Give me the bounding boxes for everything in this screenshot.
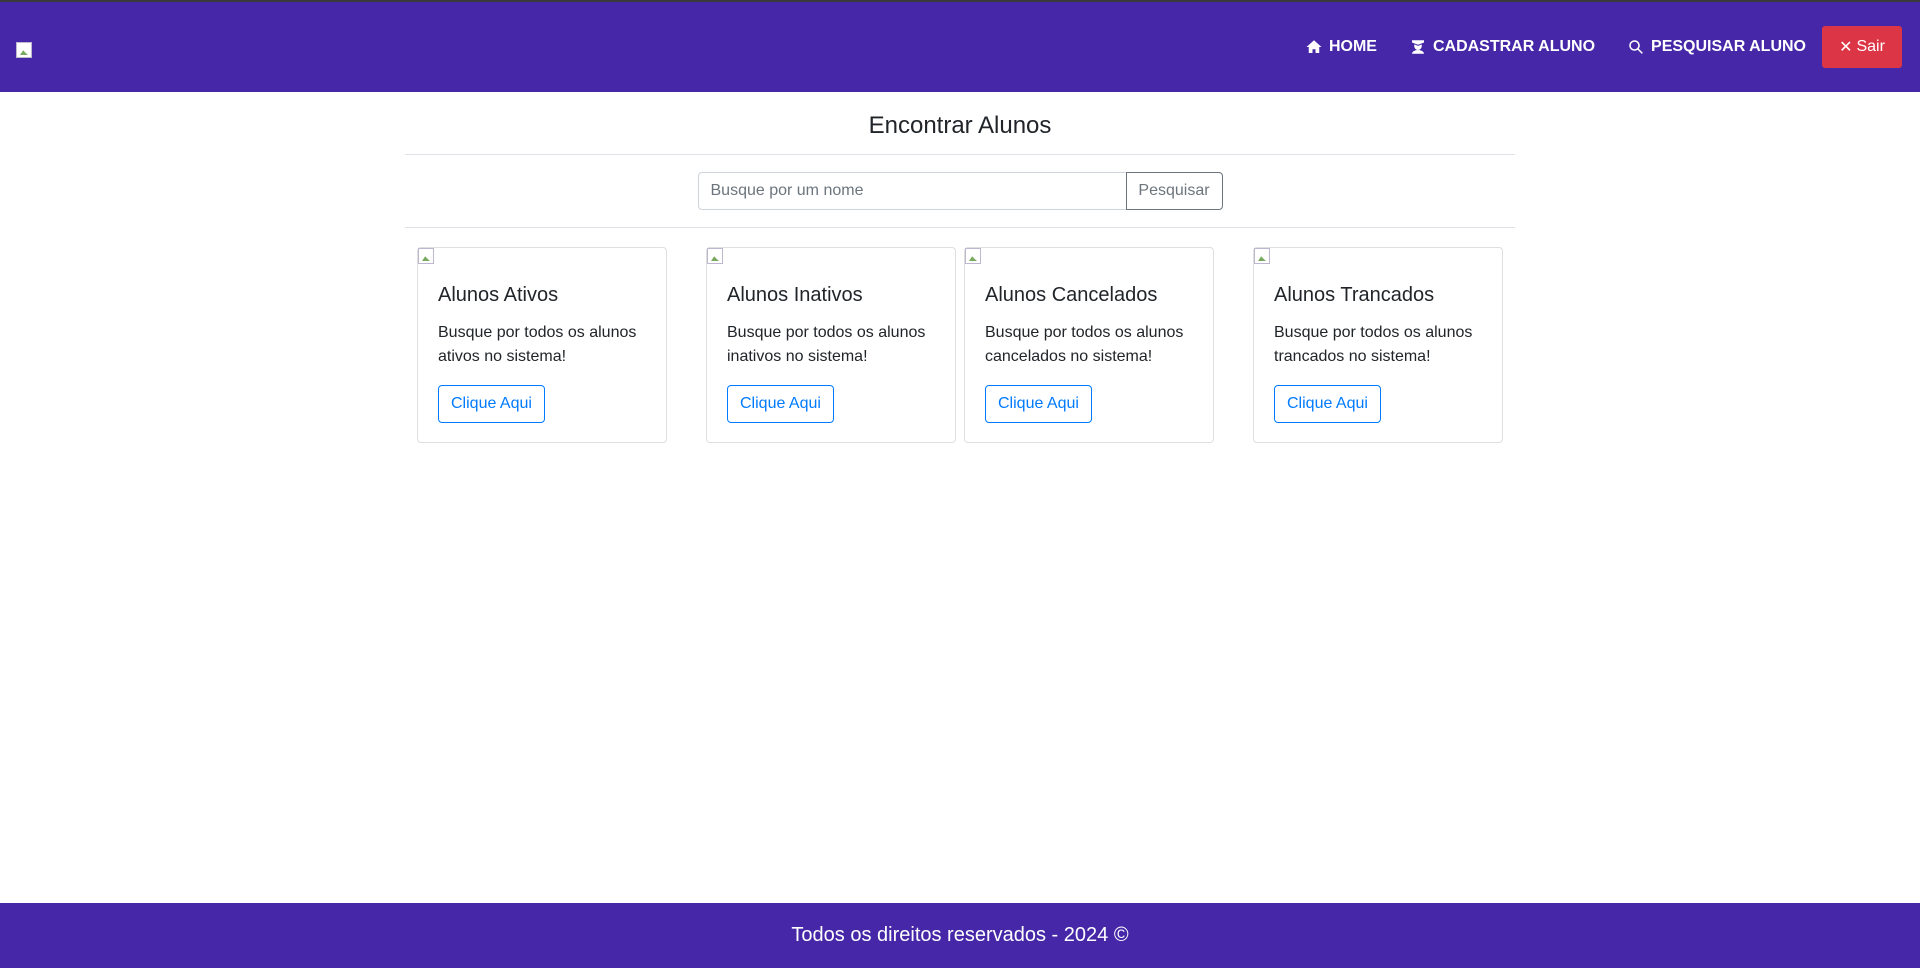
card-alunos-inativos: Alunos Inativos Busque por todos os alun… xyxy=(706,247,956,443)
search-button[interactable]: Pesquisar xyxy=(1125,172,1223,210)
main-content: Encontrar Alunos Pesquisar Alunos Ativos… xyxy=(405,92,1515,443)
footer: Todos os direitos reservados - 2024 © xyxy=(0,903,1920,968)
card-body: Alunos Trancados Busque por todos os alu… xyxy=(1274,284,1486,423)
card-button-trancados[interactable]: Clique Aqui xyxy=(1274,385,1381,423)
footer-text: Todos os direitos reservados - 2024 © xyxy=(791,924,1129,946)
nav-links: HOME CADASTRAR ALUNO PESQUISAR ALUNO ✕ S… xyxy=(1273,26,1902,68)
close-icon: ✕ xyxy=(1839,39,1853,56)
card-text: Busque por todos os alunos inativos no s… xyxy=(727,324,926,365)
nav-cadastrar-label: CADASTRAR ALUNO xyxy=(1432,38,1596,55)
broken-image-icon xyxy=(1254,248,1270,264)
home-icon xyxy=(1306,40,1322,53)
search-icon xyxy=(1629,40,1643,54)
card-body: Alunos Cancelados Busque por todos os al… xyxy=(985,284,1197,423)
card-title: Alunos Ativos xyxy=(438,284,559,306)
card-text: Busque por todos os alunos trancados no … xyxy=(1274,324,1473,365)
card-alunos-trancados: Alunos Trancados Busque por todos os alu… xyxy=(1253,247,1503,443)
search-bar: Pesquisar xyxy=(405,155,1515,227)
cards-row: Alunos Ativos Busque por todos os alunos… xyxy=(405,228,1515,443)
nav-pesquisar-aluno[interactable]: PESQUISAR ALUNO xyxy=(1627,38,1806,56)
card-text: Busque por todos os alunos cancelados no… xyxy=(985,324,1184,365)
search-input[interactable] xyxy=(697,172,1126,210)
page-title: Encontrar Alunos xyxy=(868,112,1052,139)
card-button-ativos[interactable]: Clique Aqui xyxy=(438,385,545,423)
broken-image-icon[interactable] xyxy=(16,42,32,58)
card-alunos-ativos: Alunos Ativos Busque por todos os alunos… xyxy=(417,247,667,443)
nav-pesquisar-label: PESQUISAR ALUNO xyxy=(1651,38,1806,55)
navbar: HOME CADASTRAR ALUNO PESQUISAR ALUNO ✕ S… xyxy=(0,2,1920,92)
card-title: Alunos Inativos xyxy=(727,284,863,306)
card-body: Alunos Ativos Busque por todos os alunos… xyxy=(438,284,650,423)
user-graduate-icon xyxy=(1411,40,1424,54)
nav-home-label: HOME xyxy=(1328,38,1377,55)
logout-label: Sair xyxy=(1856,38,1885,55)
card-button-inativos[interactable]: Clique Aqui xyxy=(727,385,834,423)
broken-image-icon xyxy=(707,248,723,264)
nav-home[interactable]: HOME xyxy=(1305,38,1377,56)
card-text: Busque por todos os alunos ativos no sis… xyxy=(438,324,637,365)
card-alunos-cancelados: Alunos Cancelados Busque por todos os al… xyxy=(964,247,1214,443)
card-title: Alunos Trancados xyxy=(1274,284,1435,306)
logout-button[interactable]: ✕ Sair xyxy=(1822,26,1902,68)
card-button-cancelados[interactable]: Clique Aqui xyxy=(985,385,1092,423)
card-title: Alunos Cancelados xyxy=(985,284,1158,306)
nav-cadastrar-aluno[interactable]: CADASTRAR ALUNO xyxy=(1409,38,1595,56)
card-body: Alunos Inativos Busque por todos os alun… xyxy=(727,284,939,423)
broken-image-icon xyxy=(418,248,434,264)
broken-image-icon xyxy=(965,248,981,264)
